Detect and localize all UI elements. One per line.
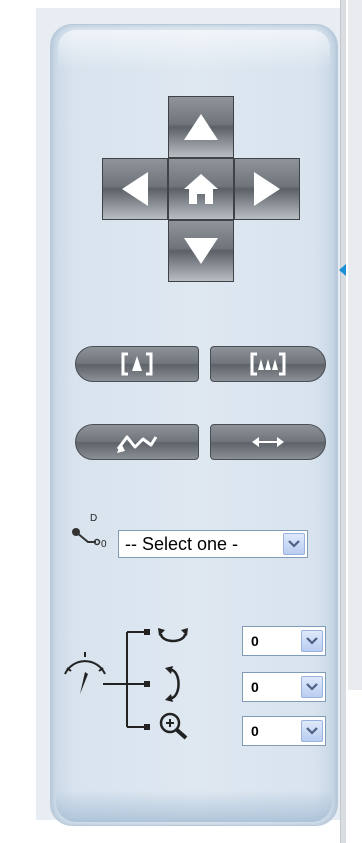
content-area bbox=[348, 0, 362, 690]
tilt-speed-value: 0 bbox=[251, 679, 259, 695]
splitter-bar[interactable] bbox=[340, 0, 346, 843]
focus-far-icon bbox=[250, 352, 286, 376]
preset-point-icon: D 0 bbox=[72, 513, 107, 550]
pan-right-button[interactable] bbox=[234, 158, 300, 220]
focus-far-button[interactable] bbox=[210, 346, 326, 382]
tilt-speed-select[interactable]: 0 bbox=[242, 672, 326, 702]
zoom-speed-value: 0 bbox=[251, 723, 259, 739]
focus-near-button[interactable] bbox=[75, 346, 199, 382]
arrow-left-icon bbox=[122, 172, 148, 206]
zoom-in-icon bbox=[159, 712, 188, 740]
horizontal-scan-button[interactable] bbox=[210, 424, 326, 460]
svg-text:D: D bbox=[90, 513, 97, 524]
pan-speed-select[interactable]: 0 bbox=[242, 626, 326, 656]
arrow-up-icon bbox=[184, 114, 218, 140]
chevron-down-icon[interactable] bbox=[301, 720, 323, 742]
chevron-down-icon[interactable] bbox=[283, 533, 305, 555]
collapse-arrow-icon[interactable] bbox=[339, 264, 346, 276]
speed-diagram bbox=[64, 628, 188, 740]
pan-down-button[interactable] bbox=[168, 220, 234, 282]
speedometer-icon bbox=[64, 652, 106, 694]
preset-select-value: -- Select one - bbox=[125, 533, 239, 554]
zoom-speed-select[interactable]: 0 bbox=[242, 716, 326, 746]
chevron-down-icon[interactable] bbox=[301, 630, 323, 652]
pan-up-button[interactable] bbox=[168, 96, 234, 158]
focus-near-icon bbox=[121, 352, 153, 376]
home-icon bbox=[184, 174, 218, 204]
pan-left-button[interactable] bbox=[102, 158, 168, 220]
home-position-button[interactable] bbox=[168, 158, 234, 220]
svg-text:0: 0 bbox=[101, 539, 107, 550]
tilt-rotate-icon bbox=[165, 666, 180, 702]
auto-pan-icon bbox=[116, 435, 158, 453]
ptz-control-page: D 0 -- Select one - 0 0 0 bbox=[0, 0, 362, 843]
panel-gloss-top bbox=[58, 30, 330, 70]
arrow-right-icon bbox=[254, 172, 280, 206]
pan-speed-value: 0 bbox=[251, 633, 259, 649]
arrow-down-icon bbox=[184, 238, 218, 264]
panel-gloss-bottom bbox=[56, 790, 332, 822]
horizontal-scan-icon bbox=[252, 437, 284, 447]
chevron-down-icon[interactable] bbox=[301, 676, 323, 698]
preset-select[interactable]: -- Select one - bbox=[118, 530, 308, 558]
pan-rotate-icon bbox=[158, 628, 188, 643]
auto-pan-button[interactable] bbox=[75, 424, 199, 460]
